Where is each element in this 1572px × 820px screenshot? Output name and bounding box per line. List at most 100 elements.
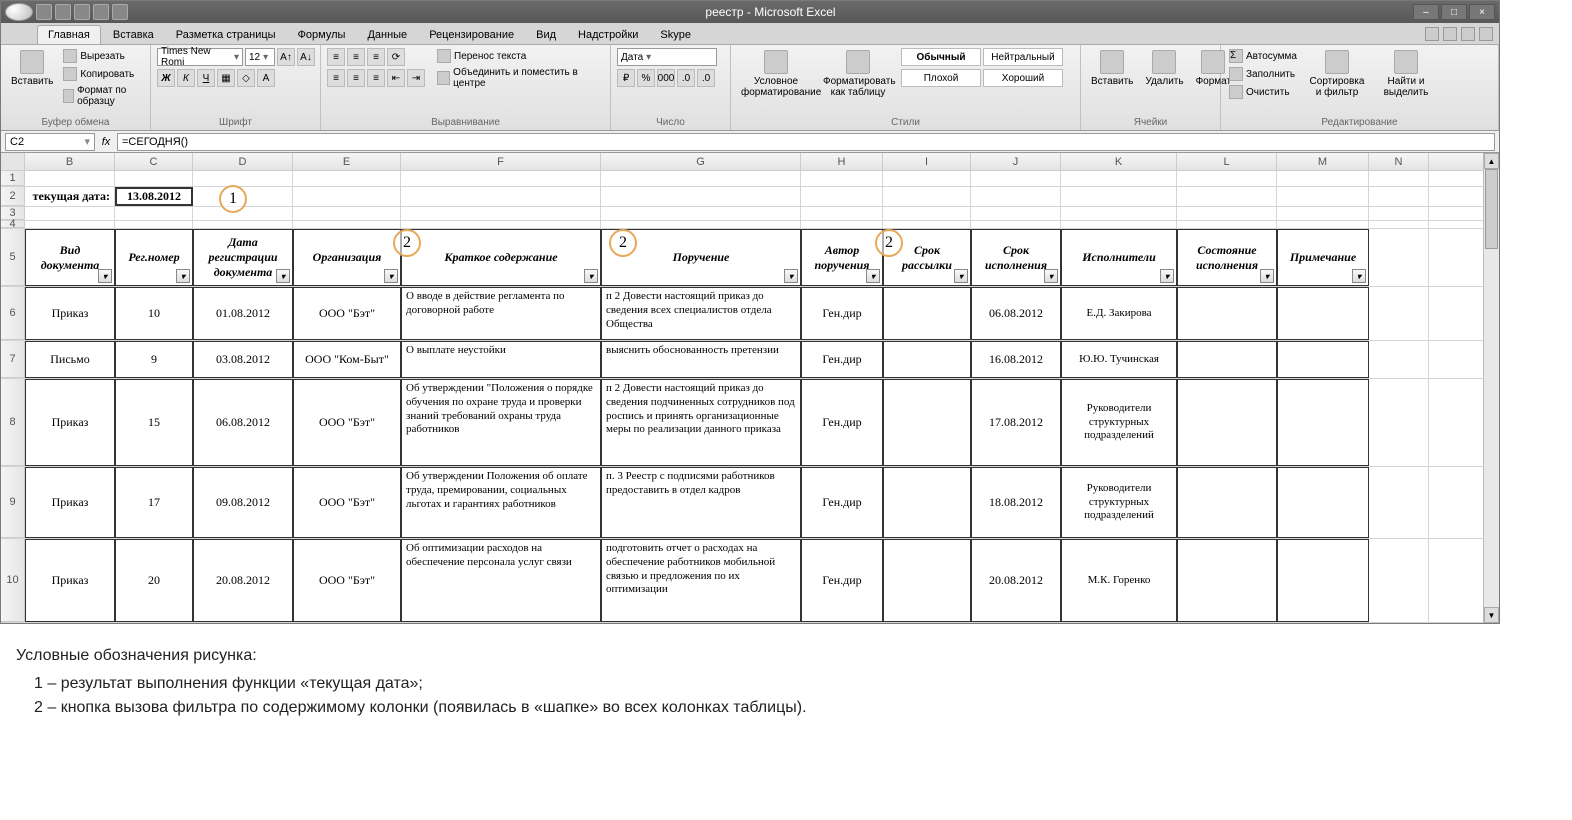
column-header-F[interactable]: F (401, 153, 601, 170)
qat-undo-icon[interactable] (55, 4, 71, 20)
align-left-icon[interactable]: ≡ (327, 69, 345, 87)
align-right-icon[interactable]: ≡ (367, 69, 385, 87)
cell[interactable]: Ген.дир (801, 341, 883, 378)
scroll-down-icon[interactable]: ▼ (1484, 607, 1499, 623)
align-top-icon[interactable]: ≡ (327, 48, 345, 66)
cell[interactable] (1177, 221, 1277, 228)
filter-button[interactable]: ▾ (584, 269, 598, 283)
cell[interactable] (1277, 341, 1369, 378)
cell[interactable] (1369, 341, 1429, 378)
indent-inc-icon[interactable]: ⇥ (407, 69, 425, 87)
cell[interactable]: Дата регистрации документа▾ (193, 229, 293, 286)
cell[interactable] (1177, 287, 1277, 340)
filter-button[interactable]: ▾ (1260, 269, 1274, 283)
bold-button[interactable]: Ж (157, 69, 175, 87)
merge-center-button[interactable]: Объединить и поместить в центре (435, 66, 604, 90)
column-header-B[interactable]: B (25, 153, 115, 170)
cell[interactable]: ООО "Ком-Быт" (293, 341, 401, 378)
cell[interactable] (601, 171, 801, 186)
cell[interactable] (601, 187, 801, 206)
italic-button[interactable]: К (177, 69, 195, 87)
cell[interactable]: Состояние исполнения▾ (1177, 229, 1277, 286)
cell[interactable] (883, 287, 971, 340)
row-header[interactable]: 1 (1, 171, 25, 186)
cell[interactable] (1177, 467, 1277, 538)
qat-redo-icon[interactable] (74, 4, 90, 20)
cell[interactable] (1369, 171, 1429, 186)
qat-more-icon[interactable] (112, 4, 128, 20)
cell[interactable] (1277, 379, 1369, 466)
cell[interactable]: 20.08.2012 (193, 539, 293, 622)
cell[interactable] (193, 207, 293, 220)
cell[interactable]: Ген.дир (801, 379, 883, 466)
cell[interactable] (1369, 221, 1429, 228)
cell[interactable]: Автор поручения▾ (801, 229, 883, 286)
underline-button[interactable]: Ч (197, 69, 215, 87)
formula-input[interactable]: =СЕГОДНЯ() (117, 133, 1495, 151)
cell[interactable]: 20.08.2012 (971, 539, 1061, 622)
row-header[interactable]: 8 (1, 379, 25, 466)
cell[interactable]: Приказ (25, 287, 115, 340)
column-header-E[interactable]: E (293, 153, 401, 170)
sort-filter-button[interactable]: Сортировка и фильтр (1303, 48, 1371, 100)
cell[interactable]: текущая дата: (25, 187, 115, 206)
close-button[interactable]: × (1469, 4, 1495, 20)
cell[interactable] (1177, 187, 1277, 206)
style-neutral[interactable]: Нейтральный (983, 48, 1063, 66)
vertical-scrollbar[interactable]: ▲ ▼ (1483, 153, 1499, 623)
cell[interactable] (1177, 171, 1277, 186)
cell[interactable] (883, 207, 971, 220)
cell[interactable]: М.К. Горенко (1061, 539, 1177, 622)
column-header-J[interactable]: J (971, 153, 1061, 170)
delete-cells-button[interactable]: Удалить (1141, 48, 1187, 89)
cell[interactable] (1369, 207, 1429, 220)
cell[interactable] (1277, 171, 1369, 186)
cell[interactable] (115, 207, 193, 220)
cell[interactable]: Е.Д. Закирова (1061, 287, 1177, 340)
cell[interactable]: 06.08.2012 (971, 287, 1061, 340)
scroll-thumb[interactable] (1485, 169, 1498, 249)
cell[interactable] (883, 341, 971, 378)
cell[interactable]: Краткое содержание▾ (401, 229, 601, 286)
font-name-combo[interactable]: Times New Romi (157, 48, 243, 66)
window-close-icon[interactable] (1479, 27, 1493, 41)
cell[interactable] (25, 171, 115, 186)
cell[interactable] (193, 221, 293, 228)
fx-icon[interactable]: fx (97, 133, 115, 151)
cell[interactable] (1277, 467, 1369, 538)
column-header-C[interactable]: C (115, 153, 193, 170)
align-center-icon[interactable]: ≡ (347, 69, 365, 87)
cell[interactable]: Ген.дир (801, 467, 883, 538)
cell[interactable] (1061, 221, 1177, 228)
tab-layout[interactable]: Разметка страницы (166, 26, 286, 44)
cell[interactable]: 10 (115, 287, 193, 340)
cell[interactable] (115, 171, 193, 186)
clear-button[interactable]: Очистить (1227, 84, 1299, 100)
qat-save-icon[interactable] (36, 4, 52, 20)
column-header-I[interactable]: I (883, 153, 971, 170)
filter-button[interactable]: ▾ (1044, 269, 1058, 283)
format-painter-button[interactable]: Формат по образцу (61, 84, 144, 108)
cell[interactable] (293, 187, 401, 206)
decrease-font-icon[interactable]: A↓ (297, 48, 315, 66)
cell[interactable] (801, 207, 883, 220)
column-header-H[interactable]: H (801, 153, 883, 170)
filter-button[interactable]: ▾ (384, 269, 398, 283)
filter-button[interactable]: ▾ (954, 269, 968, 283)
cut-button[interactable]: Вырезать (61, 48, 144, 64)
cell[interactable] (25, 221, 115, 228)
cell[interactable] (401, 221, 601, 228)
cell[interactable] (1061, 187, 1177, 206)
cell[interactable] (801, 187, 883, 206)
cell[interactable]: 06.08.2012 (193, 379, 293, 466)
cell[interactable]: 17.08.2012 (971, 379, 1061, 466)
tab-review[interactable]: Рецензирование (419, 26, 524, 44)
row-header[interactable]: 9 (1, 467, 25, 538)
cell[interactable] (25, 207, 115, 220)
row-header[interactable]: 4 (1, 221, 25, 228)
cell[interactable] (1277, 539, 1369, 622)
cell[interactable]: Организация▾ (293, 229, 401, 286)
tab-insert[interactable]: Вставка (103, 26, 164, 44)
cell[interactable]: п 2 Довести настоящий приказ до сведения… (601, 379, 801, 466)
cell[interactable] (1277, 287, 1369, 340)
